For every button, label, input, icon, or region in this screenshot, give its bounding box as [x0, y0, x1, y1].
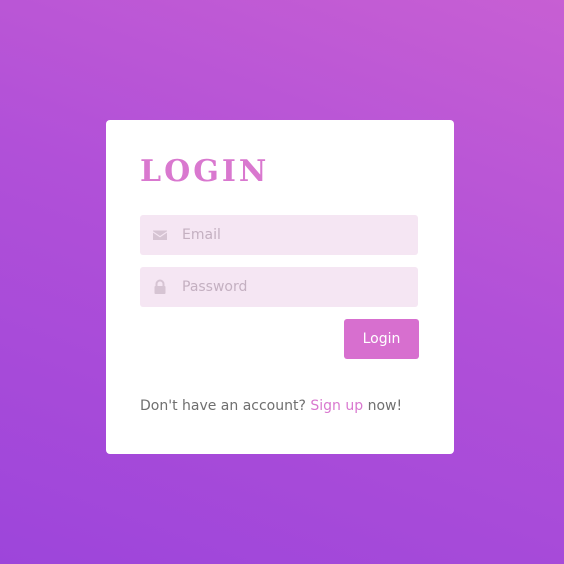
password-input[interactable] [182, 267, 408, 307]
signup-prefix-text: Don't have an account? [140, 398, 306, 414]
login-card: LOGIN Login Don't have an account? Sign … [106, 120, 454, 454]
login-button[interactable]: Login [344, 319, 419, 359]
envelope-icon [152, 227, 168, 243]
signup-prompt: Don't have an account? Sign up now! [140, 398, 402, 414]
email-field[interactable] [140, 215, 418, 255]
signup-link[interactable]: Sign up [310, 398, 363, 414]
signup-suffix-text: now! [367, 398, 403, 414]
lock-icon [152, 279, 168, 295]
email-input[interactable] [182, 215, 408, 255]
login-title: LOGIN [140, 154, 270, 189]
password-field[interactable] [140, 267, 418, 307]
